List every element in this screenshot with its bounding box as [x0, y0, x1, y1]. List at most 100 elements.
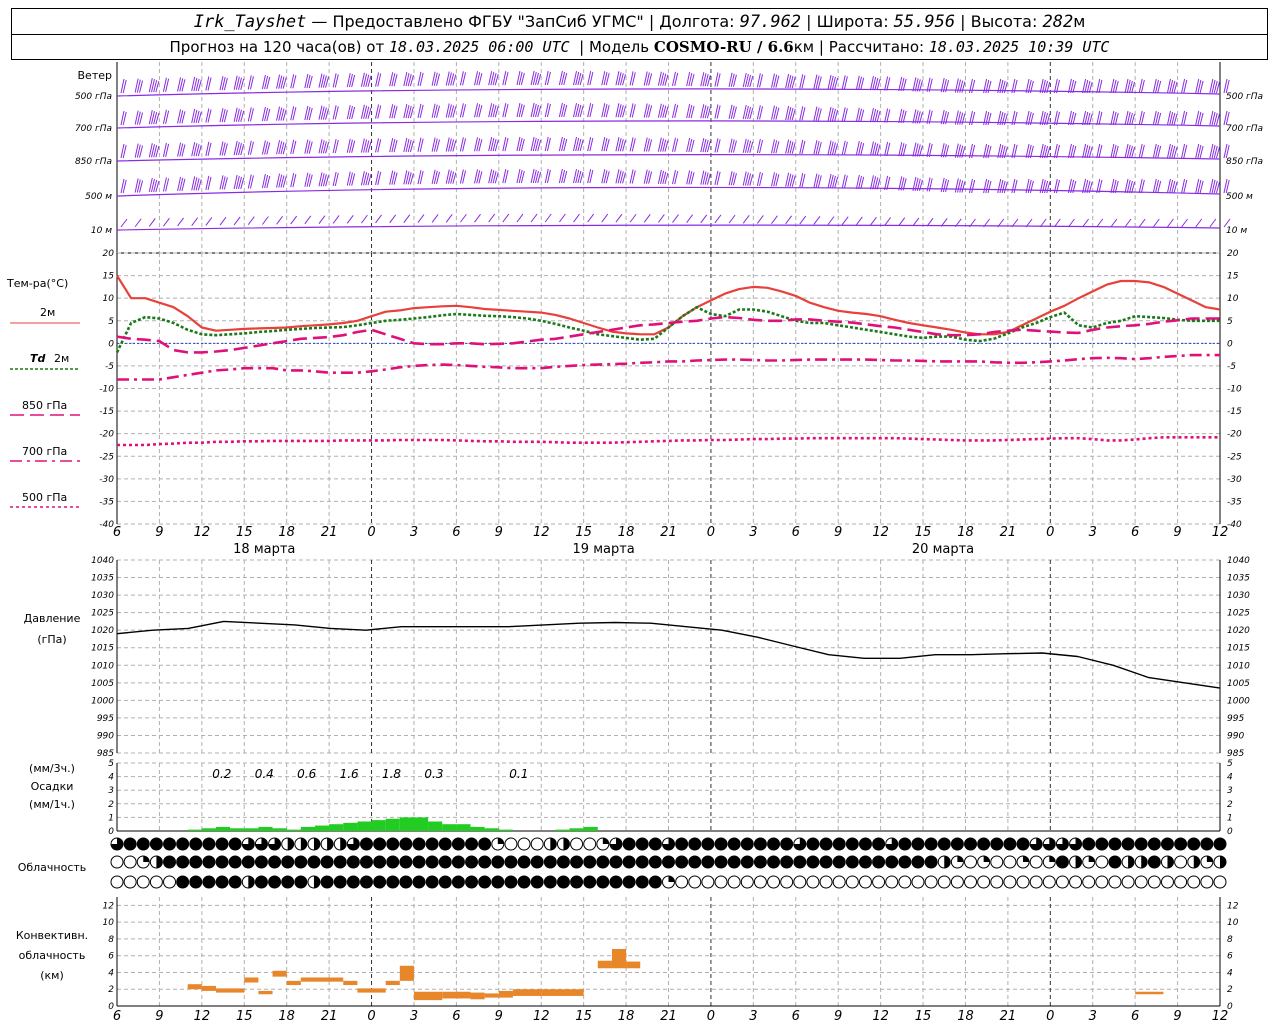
- pressure-panel: 1040 1040 1035 1035 1030 1030 1025 1025 1020 1020…: [91, 556, 1250, 759]
- y-tick-left: -5: [105, 362, 114, 372]
- wind-barb: [1096, 218, 1104, 228]
- cloud-symbol: [714, 875, 728, 889]
- cloud-fill: [373, 856, 386, 868]
- cloud-symbol: [964, 855, 978, 869]
- wind-barb: [431, 214, 439, 223]
- cloud-fill: [570, 876, 583, 888]
- cloud-fill: [951, 838, 964, 850]
- y-tick-right: 0: [1227, 339, 1233, 349]
- hour-tick-label: 12: [872, 1009, 889, 1024]
- y-tick-left: 2: [108, 985, 114, 995]
- hour-tick-label: 15: [575, 525, 592, 540]
- y-tick-right: 12: [1227, 901, 1239, 911]
- cloud-fill: [636, 838, 649, 850]
- cloud-fill: [602, 838, 609, 844]
- precip-bar: [371, 820, 386, 831]
- wind-barb: [1124, 218, 1132, 228]
- wind-barb: [855, 216, 863, 226]
- cloud-fill: [452, 856, 465, 868]
- wind-barb: [276, 215, 283, 225]
- cloud-fill: [216, 838, 229, 850]
- cloud-fill: [649, 856, 662, 868]
- wind-barb: [417, 214, 425, 223]
- cloud-fill: [426, 838, 439, 850]
- hour-tick-label: 6: [1131, 1009, 1139, 1024]
- wind-level-label-right: 500 м: [1226, 192, 1253, 202]
- cloud-fill: [1128, 856, 1135, 868]
- cloud-fill: [623, 876, 636, 888]
- cloud-fill: [491, 856, 504, 868]
- cloud-symbol: [977, 875, 991, 889]
- conv-bar: [201, 985, 216, 991]
- hour-tick-label: 9: [1173, 1009, 1181, 1024]
- hour-tick-label: 6: [113, 525, 121, 540]
- cloud-symbol: [1003, 875, 1017, 889]
- wind-barb: [672, 214, 679, 223]
- precip-3h-label: 1.8: [382, 767, 401, 781]
- cloud-fill: [531, 876, 544, 888]
- cloud-fill: [399, 876, 412, 888]
- hour-tick-label: 3: [749, 1009, 757, 1024]
- cloud-fill: [662, 856, 675, 868]
- cloud-fill: [255, 876, 268, 888]
- precip-bar: [343, 822, 358, 831]
- wind-barb: [1138, 218, 1146, 228]
- hour-tick-label: 21: [660, 1009, 677, 1024]
- y-tick-left: 12: [103, 901, 115, 911]
- hour-tick-label: 15: [236, 525, 253, 540]
- cloud-symbol: [924, 875, 938, 889]
- cloud-fill: [754, 838, 767, 850]
- cloud-symbol: [780, 875, 794, 889]
- cloud-fill: [413, 856, 426, 868]
- wind-barb: [1167, 218, 1174, 228]
- y-tick-left: 990: [97, 731, 114, 741]
- wind-barb: [587, 213, 595, 223]
- wind-barb: [700, 214, 708, 224]
- hour-tick-label: 12: [533, 1009, 550, 1024]
- wind-barb: [601, 213, 609, 223]
- y-tick-right: 2: [1227, 985, 1233, 995]
- cloud-symbol: [701, 875, 715, 889]
- cloud-fill: [124, 838, 137, 850]
- precip-bar: [187, 829, 202, 831]
- wind-barb: [799, 215, 807, 225]
- precip-bar: [230, 828, 245, 831]
- conv-bar: [272, 970, 287, 977]
- hour-tick-label: 18: [618, 1009, 635, 1024]
- hour-tick-label: 3: [410, 1009, 418, 1024]
- y-tick-right: 2: [1227, 800, 1233, 810]
- cloud-symbol: [123, 855, 137, 869]
- cloud-symbol: [1213, 875, 1227, 889]
- cloud-symbol: [1108, 875, 1122, 889]
- precip-bar: [555, 829, 570, 831]
- cloud-fill: [497, 838, 504, 844]
- wind-barb: [247, 216, 255, 226]
- cloud-fill: [176, 876, 189, 888]
- precip-bar: [484, 828, 499, 831]
- conv-bar: [258, 990, 273, 995]
- cloud-fill: [583, 876, 596, 888]
- y-tick-right: 4: [1227, 773, 1233, 783]
- y-tick-right: 990: [1227, 731, 1244, 741]
- cloud-symbol: [1029, 875, 1043, 889]
- wind-barb: [728, 214, 736, 224]
- y-tick-right: -10: [1227, 385, 1242, 395]
- wind-barb: [742, 214, 750, 224]
- cloud-fill: [248, 876, 255, 888]
- cloud-fill: [609, 856, 622, 868]
- y-tick-right: 20: [1227, 249, 1239, 259]
- cloud-fill: [925, 856, 938, 868]
- y-tick-left: 5: [108, 317, 114, 327]
- y-tick-right: -35: [1227, 497, 1242, 507]
- y-tick-right: 10: [1227, 294, 1239, 304]
- precip-bar: [215, 826, 231, 831]
- cloud-fill: [294, 856, 307, 868]
- conv-bar: [300, 977, 344, 982]
- cloud-fill: [137, 838, 150, 850]
- cloud-fill: [426, 856, 439, 868]
- cloud-fill: [596, 876, 609, 888]
- wind-barb: [629, 213, 637, 223]
- cloud-fill: [163, 856, 176, 868]
- cloud-fill: [1200, 838, 1213, 850]
- conv-bar: [1135, 991, 1164, 995]
